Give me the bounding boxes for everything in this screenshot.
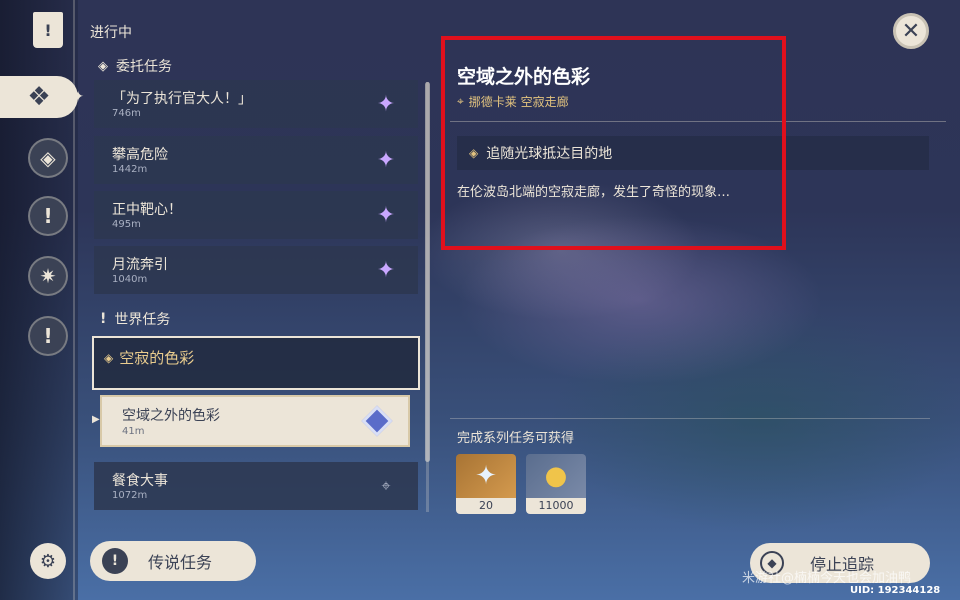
rail-tab-world-event[interactable]: ✷ [28,256,68,296]
rail-tab-archon[interactable]: ◈ [28,138,68,178]
settings-check-icon[interactable]: ⚙ [30,543,66,579]
quest-item-commission-1[interactable]: 「为了执行官大人！」 746m ✦ [94,80,418,128]
location-pin-icon: ⌖ [381,476,391,495]
rail-tab-world[interactable]: ! [28,316,68,356]
quest-distance: 1442m [112,164,148,175]
quest-distance: 41m [122,426,145,437]
world-quest-series[interactable]: ◈ 空寂的色彩 [92,336,420,390]
close-button[interactable]: ✕ [893,13,929,49]
quest-distance: 1072m [112,490,148,501]
quest-item-selected[interactable]: 空域之外的色彩 41m [100,395,410,447]
quest-name: 「为了执行官大人！」 [112,91,252,107]
commission-category: ◈ 委托任务 [98,56,172,76]
reward-divider [450,418,930,419]
commission-star-icon: ✦ [376,202,396,228]
tracking-diamond-icon [361,405,393,437]
quest-distance: 1040m [112,274,148,285]
in-progress-heading: 进行中 [90,25,132,41]
world-quest-icon: ! [43,324,53,348]
list-scrollbar-thumb[interactable] [425,82,430,462]
series-diamond-icon: ◈ [104,350,114,365]
quest-item-commission-4[interactable]: 月流奔引 1040m ✦ [94,246,418,294]
quest-item-world-other[interactable]: 餐食大事 1072m ⌖ [94,462,418,510]
watermark: 米游社@楠楠今天也会加油鸭 [742,571,912,586]
reward-primogem[interactable]: ✦ 20 [456,454,516,514]
story-quest-icon: ! [43,204,53,228]
series-name: 空寂的色彩 [119,349,195,367]
reward-qty: 11000 [526,498,586,514]
rail-tab-commission[interactable]: ❖ ✦ [0,76,84,118]
rail-tab-story[interactable]: ! [28,196,68,236]
quest-name: 攀高危险 [112,147,168,163]
star-emblem-icon: ✷ [39,264,57,288]
legend-quest-icon: ! [102,548,128,574]
uid-label: UID: 192344128 [850,585,941,596]
quest-item-commission-3[interactable]: 正中靶心！ 495m ✦ [94,191,418,239]
quest-item-commission-2[interactable]: 攀高危险 1442m ✦ [94,136,418,184]
quest-book-icon: ! [33,12,63,48]
commission-diamond-icon: ❖ [27,82,51,112]
primogem-icon: ✦ [456,454,516,498]
close-icon: ✕ [901,18,921,44]
world-category: ! 世界任务 [100,309,170,329]
commission-category-icon: ◈ [98,58,108,74]
commission-star-icon: ✦ [376,91,396,117]
commission-star-icon: ✦ [376,147,396,173]
quest-distance: 495m [112,219,141,230]
rewards-heading: 完成系列任务可获得 [457,431,575,446]
reward-mora[interactable]: ● 11000 [526,454,586,514]
legend-quest-label: 传说任务 [148,553,213,572]
highlight-box [441,36,786,250]
legend-quest-button[interactable]: ! 传说任务 [90,541,256,581]
mora-icon: ● [526,454,586,498]
reward-qty: 20 [456,498,516,514]
quest-name: 餐食大事 [112,473,168,489]
archon-icon: ◈ [40,146,56,170]
commission-star-icon: ✦ [376,257,396,283]
quest-name: 月流奔引 [112,257,168,273]
sparkle-icon: ✦ [72,89,84,105]
commission-category-label: 委托任务 [116,59,172,75]
selected-indicator-icon: ▶ [92,414,100,425]
world-category-label: 世界任务 [114,312,171,328]
world-category-icon: ! [100,311,107,327]
quest-name: 空域之外的色彩 [122,408,220,424]
quest-name: 正中靶心！ [112,202,182,218]
quest-distance: 746m [112,108,141,119]
